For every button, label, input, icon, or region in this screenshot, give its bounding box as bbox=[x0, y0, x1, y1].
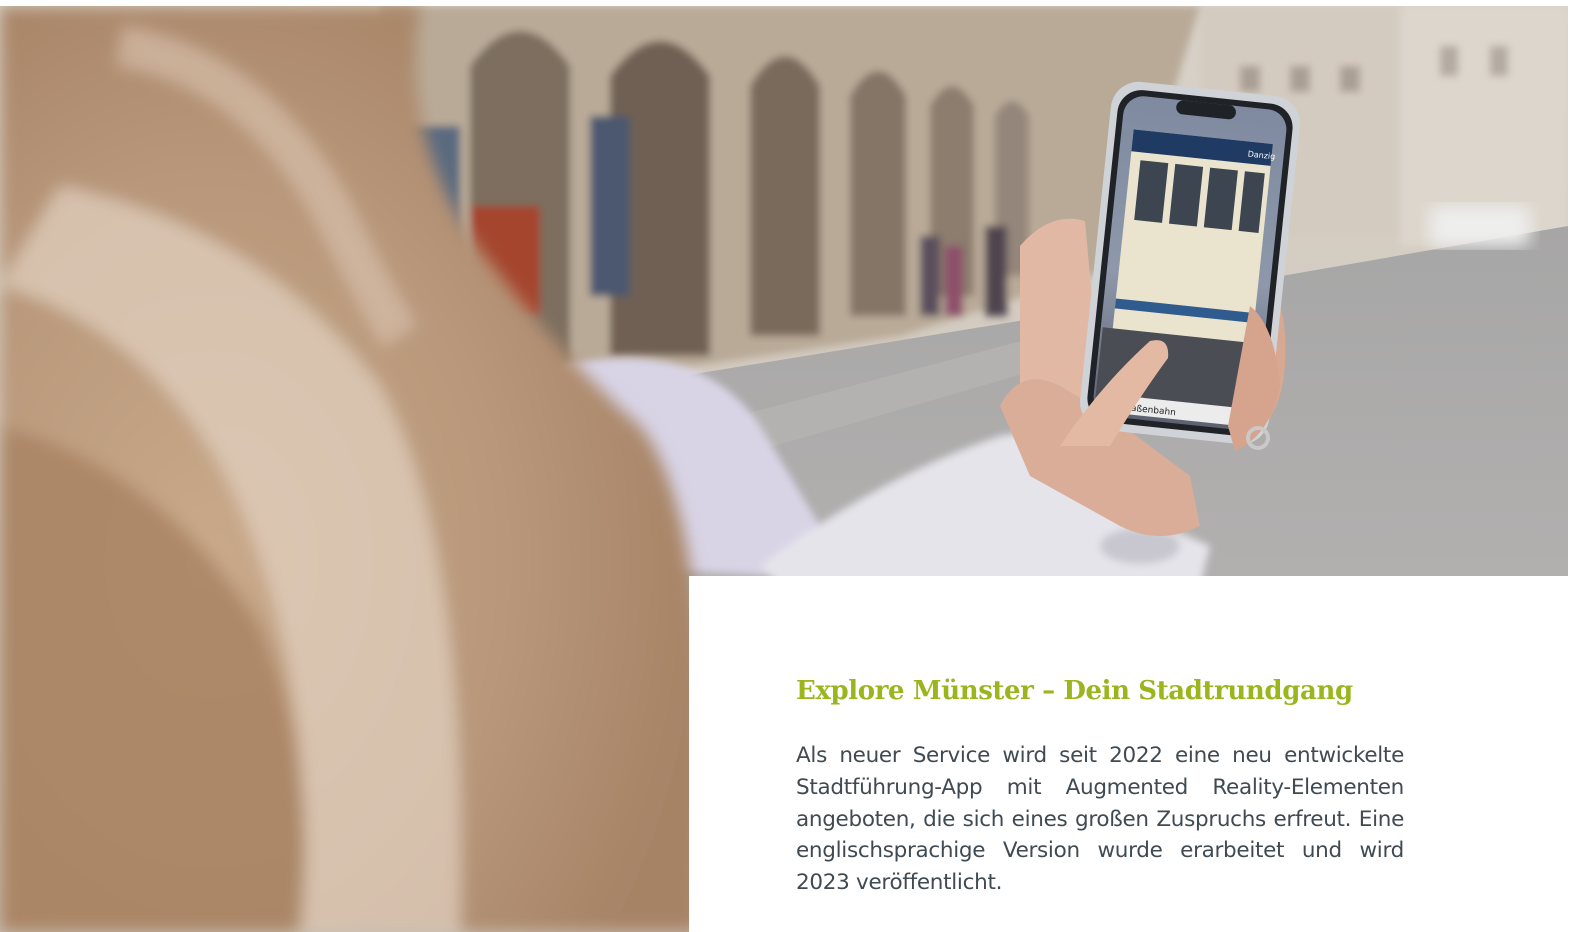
page: s Straßenbahn Danzig Explore Münster – D… bbox=[0, 0, 1588, 932]
info-card: Explore Münster – Dein Stadtrundgang Als… bbox=[689, 576, 1568, 932]
info-title: Explore Münster – Dein Stadtrundgang bbox=[796, 676, 1353, 706]
info-body: Als neuer Service wird seit 2022 eine ne… bbox=[796, 743, 1404, 896]
